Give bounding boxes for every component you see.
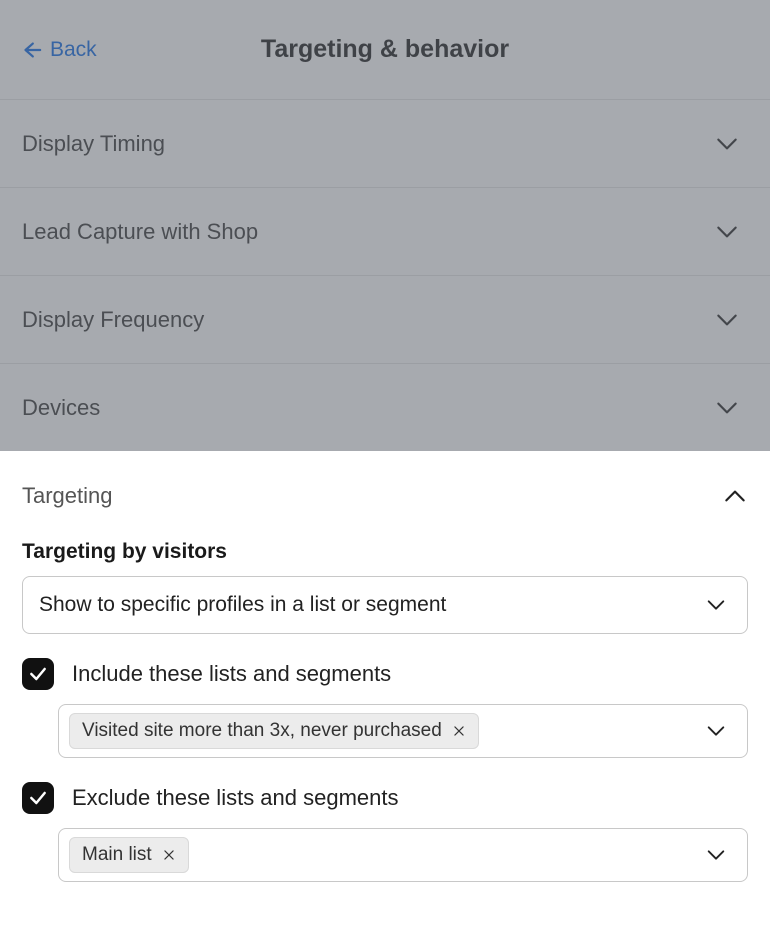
back-button[interactable]: Back — [20, 38, 97, 62]
section-label: Lead Capture with Shop — [22, 219, 258, 245]
chevron-down-icon — [714, 131, 740, 157]
chevron-down-icon — [705, 720, 727, 742]
section-targeting: Targeting Targeting by visitors Show to … — [0, 452, 770, 904]
section-targeting-header[interactable]: Targeting — [22, 452, 748, 540]
tag-label: Main list — [82, 844, 152, 866]
back-label: Back — [50, 38, 97, 62]
back-arrow-icon — [20, 39, 42, 61]
remove-tag-icon[interactable] — [452, 724, 466, 738]
exclude-tag: Main list — [69, 837, 189, 873]
exclude-segments-select[interactable]: Main list — [58, 828, 748, 882]
include-label: Include these lists and segments — [72, 661, 391, 687]
section-label: Display Frequency — [22, 307, 204, 333]
targeting-subheading: Targeting by visitors — [22, 540, 748, 564]
page-title: Targeting & behavior — [261, 35, 509, 64]
chevron-up-icon — [722, 483, 748, 509]
include-tag: Visited site more than 3x, never purchas… — [69, 713, 479, 749]
chevron-down-icon — [705, 594, 727, 616]
tag-label: Visited site more than 3x, never purchas… — [82, 720, 442, 742]
select-value: Show to specific profiles in a list or s… — [39, 593, 446, 617]
remove-tag-icon[interactable] — [162, 848, 176, 862]
section-lead-capture[interactable]: Lead Capture with Shop — [0, 188, 770, 276]
include-checkbox[interactable] — [22, 658, 54, 690]
check-icon — [28, 664, 48, 684]
exclude-row: Exclude these lists and segments — [22, 782, 748, 814]
section-label: Display Timing — [22, 131, 165, 157]
chevron-down-icon — [714, 395, 740, 421]
section-devices[interactable]: Devices — [0, 364, 770, 452]
chevron-down-icon — [714, 219, 740, 245]
exclude-label: Exclude these lists and segments — [72, 785, 399, 811]
chevron-down-icon — [714, 307, 740, 333]
check-icon — [28, 788, 48, 808]
targeting-visitors-select[interactable]: Show to specific profiles in a list or s… — [22, 576, 748, 634]
page-header: Back Targeting & behavior — [0, 0, 770, 100]
chevron-down-icon — [705, 844, 727, 866]
include-segments-select[interactable]: Visited site more than 3x, never purchas… — [58, 704, 748, 758]
section-display-timing[interactable]: Display Timing — [0, 100, 770, 188]
section-label: Targeting — [22, 483, 113, 509]
exclude-checkbox[interactable] — [22, 782, 54, 814]
section-label: Devices — [22, 395, 100, 421]
include-row: Include these lists and segments — [22, 658, 748, 690]
section-display-frequency[interactable]: Display Frequency — [0, 276, 770, 364]
